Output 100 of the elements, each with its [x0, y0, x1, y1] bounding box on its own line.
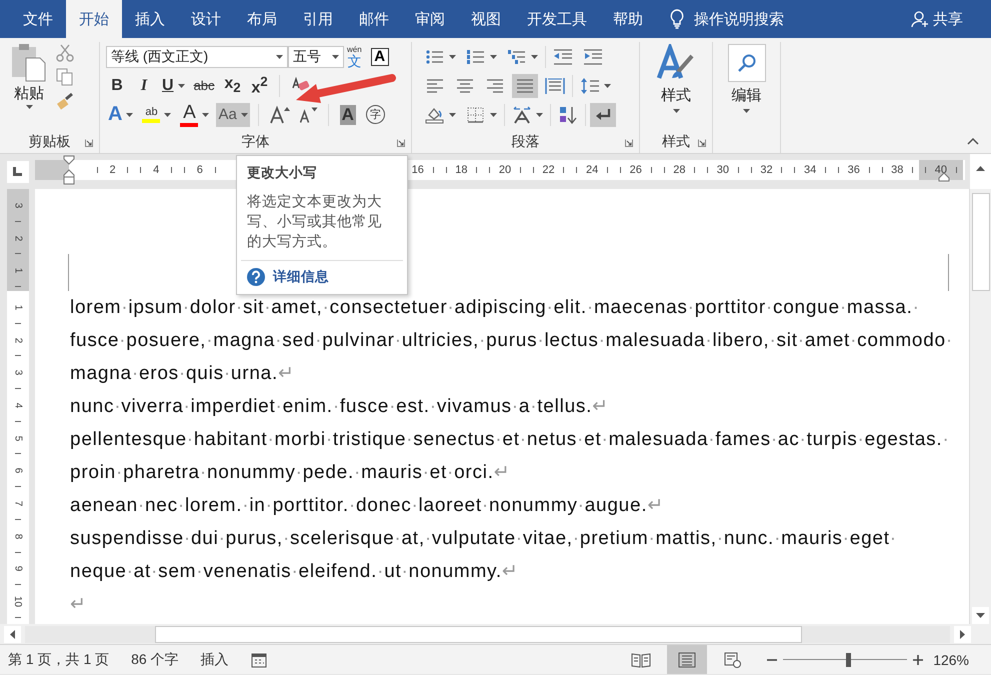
help-icon: [247, 268, 265, 286]
document-text-line: pellentesque·habitant·morbi·tristique·senectus·et·netus·et·malesuada·fames·ac·turpis·egestas.·: [70, 428, 950, 452]
word-count[interactable]: 86 个字: [131, 650, 179, 668]
horizontal-scrollbar[interactable]: [25, 626, 950, 642]
document-text-line: ↵: [70, 593, 88, 617]
scroll-right-button[interactable]: [954, 626, 971, 642]
page-lines-icon: [678, 652, 696, 668]
caret-icon: [604, 84, 611, 88]
print-view-button[interactable]: [667, 645, 708, 674]
person-add-icon: [911, 10, 929, 28]
paint-bucket-icon: [425, 106, 445, 124]
superscript-button[interactable]: x$^{2}$: [248, 74, 271, 98]
ruler-number: 38: [876, 160, 920, 180]
font-name-dropdown[interactable]: 等线 (西文正文): [106, 46, 288, 68]
page-count[interactable]: 第 1 页，共 1 页: [8, 650, 110, 668]
tab-stop-icon[interactable]: [13, 167, 22, 176]
caret-icon: [178, 84, 185, 88]
scissors-icon[interactable]: [56, 44, 74, 62]
share-button[interactable]: 共享: [905, 0, 969, 38]
copy-icon[interactable]: [56, 68, 74, 86]
editing-button[interactable]: 编辑: [720, 42, 774, 153]
caret-icon: [672, 109, 680, 113]
dialog-launcher-icon[interactable]: [698, 139, 706, 147]
paste-button[interactable]: 粘贴: [6, 42, 52, 131]
document-text-line: neque·at·sem·venenatis·eleifend.·ut·nonummy.↵: [70, 560, 520, 584]
document-text-line: proin·pharetra·nonummy·pede.·mauris·et·orci.↵: [70, 461, 512, 485]
ruler-number: 4: [12, 402, 23, 408]
justify-icon: [515, 76, 535, 94]
macro-record-icon[interactable]: [250, 652, 267, 668]
vertical-scrollbar[interactable]: [969, 189, 991, 624]
indent-marker-icon[interactable]: [938, 172, 950, 182]
triangle-left-icon: [10, 630, 15, 638]
numbered-list-icon: [466, 48, 486, 66]
more-info-link[interactable]: 详细信息: [273, 268, 329, 286]
open-book-icon: [631, 652, 652, 668]
ribbon-tab[interactable]: 邮件: [346, 0, 402, 38]
dialog-launcher-icon[interactable]: [85, 139, 93, 147]
strikethrough-button[interactable]: abc: [192, 74, 217, 98]
ribbon-tab[interactable]: 帮助: [600, 0, 656, 38]
group-label: 剪贴板: [28, 133, 70, 151]
italic-button[interactable]: I: [133, 74, 155, 98]
ruler-number: 26: [614, 160, 658, 180]
ribbon-tab[interactable]: 引用: [290, 0, 346, 38]
ruler-number: 8: [12, 533, 23, 539]
styles-button[interactable]: 样式: [648, 42, 704, 131]
show-marks-button[interactable]: [590, 102, 616, 126]
align-right-icon: [485, 76, 505, 94]
borders-icon: [466, 106, 486, 124]
ribbon-tab[interactable]: 开发工具: [514, 0, 600, 38]
zoom-in-icon[interactable]: [913, 654, 924, 664]
dialog-launcher-icon[interactable]: [625, 139, 633, 147]
caret-icon: [531, 54, 538, 58]
ribbon-tab[interactable]: 设计: [178, 0, 234, 38]
ruler-margin: [35, 160, 69, 180]
search-icon: [736, 53, 756, 73]
ribbon-tab[interactable]: 插入: [122, 0, 178, 38]
insert-mode[interactable]: 插入: [200, 650, 229, 668]
font-color-button[interactable]: A: [178, 102, 212, 126]
ribbon-tab[interactable]: 布局: [234, 0, 290, 38]
indent-marker-icon[interactable]: [63, 155, 75, 185]
enclosed-button[interactable]: 字: [364, 102, 387, 126]
ribbon-tab[interactable]: 审阅: [402, 0, 458, 38]
subscript-button[interactable]: x$_{2}$: [222, 74, 244, 98]
highlight-button[interactable]: ab: [140, 102, 174, 126]
ruler-number: 3: [12, 370, 23, 376]
shrink-font-icon: [300, 106, 318, 122]
scroll-down-button[interactable]: [972, 607, 989, 624]
ruler-number: 20: [483, 160, 527, 180]
caret-icon: [449, 54, 456, 58]
paintbrush-icon[interactable]: [56, 92, 74, 110]
scrollbar-thumb[interactable]: [972, 193, 990, 291]
ruler-number: 36: [832, 160, 876, 180]
tell-me-search[interactable]: 操作说明搜索: [694, 10, 784, 28]
underline-button[interactable]: U: [160, 74, 187, 98]
ribbon-tab[interactable]: 文件: [10, 0, 66, 38]
font-size-dropdown[interactable]: 五号: [288, 46, 344, 68]
justify-button[interactable]: [512, 74, 538, 98]
zoom-level[interactable]: 126%: [933, 652, 969, 668]
ribbon-tab[interactable]: 开始: [66, 0, 122, 38]
increase-indent-icon: [583, 48, 603, 66]
ribbon-tab[interactable]: 视图: [458, 0, 514, 38]
text-direction-icon: [512, 106, 532, 124]
ruler-number: 24: [570, 160, 614, 180]
group-label: 段落: [512, 133, 540, 151]
collapse-ribbon-icon[interactable]: [967, 138, 979, 145]
multilevel-list-icon: [507, 48, 527, 66]
text-effects-button[interactable]: A: [106, 102, 136, 126]
dialog-launcher-icon[interactable]: [397, 139, 405, 147]
ruler-number: 2: [90, 160, 134, 180]
phonetic-guide-button[interactable]: wén 文: [344, 46, 365, 68]
scrollbar-thumb[interactable]: [155, 626, 802, 642]
lightbulb-icon: [670, 9, 684, 29]
caret-icon: [240, 112, 248, 116]
caret-icon: [332, 54, 339, 58]
ruler-number: 3: [12, 202, 23, 208]
change-case-button[interactable]: Aa: [216, 102, 250, 126]
character-border-button[interactable]: A: [370, 48, 389, 66]
bold-button[interactable]: B: [106, 74, 128, 98]
scroll-left-button[interactable]: [4, 626, 21, 642]
ruler-number: 9: [12, 566, 23, 572]
